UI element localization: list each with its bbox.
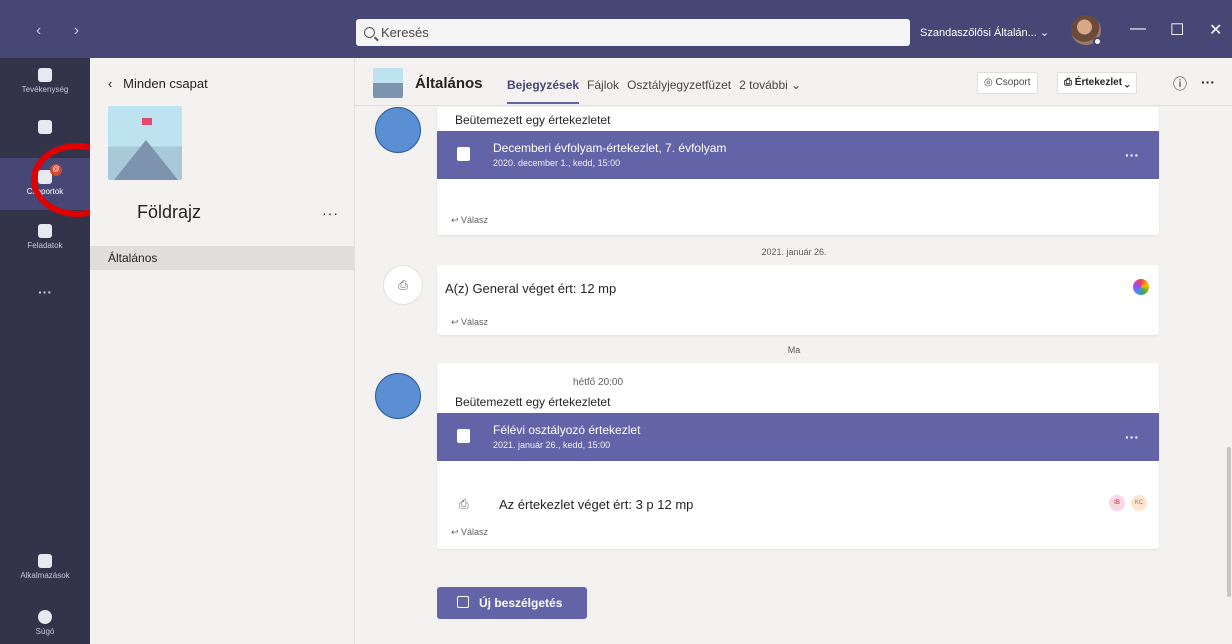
close-button[interactable]: ✕ — [1209, 20, 1222, 40]
post-time: hétfő 20:00 — [573, 377, 624, 388]
tab-files[interactable]: Fájlok — [587, 78, 619, 104]
meeting-more-icon[interactable]: ··· — [1125, 429, 1139, 445]
tab-notebook[interactable]: Osztályjegyzetfüzet — [627, 78, 731, 104]
main-pane: Általános Bejegyzések Fájlok Osztályjegy… — [354, 58, 1232, 644]
post-card: hétfő 20:00 Beütemezett egy értekezletet… — [437, 363, 1159, 549]
team-button-label: Csoport — [995, 77, 1031, 88]
reply-label: Válasz — [461, 527, 489, 537]
participant-avatar: IB — [1109, 495, 1125, 511]
date-label: Ma — [779, 345, 809, 355]
team-more-icon[interactable]: ··· — [322, 205, 339, 221]
date-label: 2021. január 26. — [753, 247, 835, 257]
title-bar: ‹ › Keresés Szandaszőlősi Általán... ⌄ —… — [0, 0, 1232, 58]
post-card: A(z) General véget ért: 12 mp ↩ Válasz — [437, 265, 1159, 335]
rail-item-activity[interactable]: Tevékenység — [0, 64, 90, 104]
calendar-icon — [457, 147, 470, 161]
meeting-icon: ⎙ — [383, 265, 423, 305]
apps-icon — [38, 554, 52, 568]
avatar[interactable] — [1071, 15, 1102, 46]
search-bar[interactable]: Keresés — [356, 19, 910, 46]
post-feed: Beütemezett egy értekezletet Decemberi é… — [355, 107, 1232, 644]
calendar-icon — [457, 429, 470, 443]
rail-more-icon[interactable]: ··· — [0, 284, 90, 300]
compose-icon — [457, 596, 469, 608]
meeting-card[interactable]: Decemberi évfolyam-értekezlet, 7. évfoly… — [437, 131, 1159, 179]
status-dot — [1093, 37, 1102, 46]
rail-item-assignments[interactable]: Feladatok — [0, 220, 90, 260]
call-ended-text: A(z) General véget ért: 12 mp — [445, 281, 617, 296]
search-icon — [364, 27, 375, 38]
channel-header: Általános Bejegyzések Fájlok Osztályjegy… — [355, 58, 1232, 106]
header-more-icon[interactable]: ··· — [1201, 74, 1215, 90]
reply-link[interactable]: ↩ Válasz — [451, 527, 488, 538]
tab-posts[interactable]: Bejegyzések — [507, 78, 580, 104]
chat-icon — [38, 120, 52, 134]
rail-label: Feladatok — [27, 241, 63, 250]
reply-link[interactable]: ↩ Válasz — [451, 215, 488, 226]
tab-more-label: 2 további — [739, 78, 788, 92]
meeting-title: Decemberi évfolyam-értekezlet, 7. évfoly… — [493, 141, 727, 155]
bell-icon — [38, 68, 52, 82]
team-button[interactable]: ◎ Csoport — [977, 72, 1038, 94]
author-avatar — [375, 107, 421, 153]
channel-image — [373, 68, 403, 98]
new-conversation-label: Új beszélgetés — [479, 596, 563, 610]
back-label: Minden csapat — [123, 76, 208, 91]
meet-button-label: Értekezlet — [1074, 77, 1123, 88]
tab-bar: Bejegyzések Fájlok Osztályjegyzetfüzet 2… — [507, 78, 801, 104]
org-switcher[interactable]: Szandaszőlősi Általán... ⌄ — [920, 26, 1049, 39]
author-avatar — [375, 373, 421, 419]
rail-label: Alkalmazások — [20, 571, 70, 580]
meeting-ended-text: Az értekezlet véget ért: 3 p 12 mp — [499, 497, 694, 512]
rail-item-apps[interactable]: Alkalmazások — [0, 554, 90, 580]
meeting-date: 2021. január 26., kedd, 15:00 — [493, 440, 611, 450]
date-divider: Ma — [355, 345, 1232, 355]
search-placeholder: Keresés — [381, 25, 429, 40]
meeting-title: Félévi osztályozó értekezlet — [493, 423, 641, 437]
meeting-card[interactable]: Félévi osztályozó értekezlet 2021. januá… — [437, 413, 1159, 461]
meet-button[interactable]: ⎙ Értekezlet ⌄ — [1057, 72, 1137, 94]
rail-item-help[interactable]: Súgó — [0, 610, 90, 636]
date-divider: 2021. január 26. — [355, 247, 1232, 257]
channel-item-general[interactable]: Általános — [90, 246, 354, 270]
meeting-date: 2020. december 1., kedd, 15:00 — [493, 158, 621, 168]
post-card: Beütemezett egy értekezletet Decemberi é… — [437, 107, 1159, 235]
meeting-more-icon[interactable]: ··· — [1125, 147, 1139, 163]
meeting-icon: ⎙ — [459, 497, 469, 511]
reply-link[interactable]: ↩ Válasz — [451, 317, 488, 328]
info-icon[interactable]: ⓘ — [1173, 74, 1187, 94]
post-text: Beütemezett egy értekezletet — [455, 395, 611, 409]
team-image — [108, 106, 182, 180]
org-name: Szandaszőlősi Általán... — [920, 27, 1037, 39]
nav-arrows[interactable]: ‹ › — [36, 22, 93, 40]
rail-label: Súgó — [35, 627, 55, 636]
channel-title: Általános — [415, 75, 483, 92]
team-name: Földrajz — [137, 202, 202, 222]
back-link[interactable]: ‹ Minden csapat — [108, 76, 208, 91]
tab-more[interactable]: 2 további ⌄ — [739, 78, 801, 104]
reply-label: Válasz — [461, 215, 489, 225]
post-text: Beütemezett egy értekezletet — [455, 113, 611, 127]
participant-avatar — [1133, 279, 1149, 295]
assignments-icon — [38, 224, 52, 238]
help-icon — [38, 610, 52, 624]
participant-avatar: KC — [1131, 495, 1147, 511]
maximize-button[interactable]: ☐ — [1170, 20, 1184, 40]
team-panel: ‹ Minden csapat Földrajz ··· Általános — [90, 58, 354, 644]
rail-label: Tevékenység — [21, 85, 69, 94]
scrollbar[interactable] — [1227, 447, 1231, 597]
new-conversation-button[interactable]: Új beszélgetés — [437, 587, 587, 619]
minimize-button[interactable]: — — [1130, 20, 1146, 38]
reply-label: Válasz — [461, 317, 489, 327]
